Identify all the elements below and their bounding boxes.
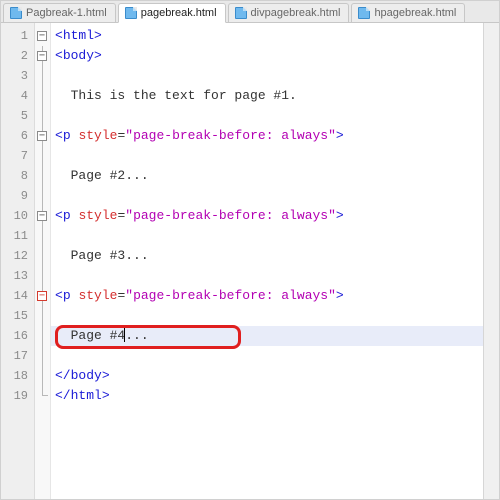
line-number: 5 xyxy=(1,106,34,126)
fold-guide xyxy=(42,146,43,166)
line-number: 19 xyxy=(1,386,34,406)
tab-divpagebreak[interactable]: divpagebreak.html xyxy=(228,3,350,22)
code-area[interactable]: 1 2 3 4 5 6 7 8 9 10 11 12 13 14 15 16 1… xyxy=(1,23,499,499)
code-line[interactable] xyxy=(51,106,499,126)
line-number: 16 xyxy=(1,326,34,346)
fold-toggle[interactable]: − xyxy=(37,131,47,141)
fold-guide xyxy=(42,346,43,366)
fold-guide xyxy=(42,186,43,206)
code-line[interactable]: <p style="page-break-before: always"> xyxy=(51,206,499,226)
code-line[interactable] xyxy=(51,146,499,166)
line-number-gutter: 1 2 3 4 5 6 7 8 9 10 11 12 13 14 15 16 1… xyxy=(1,23,35,499)
file-icon xyxy=(125,7,137,19)
code-line[interactable]: <p style="page-break-before: always"> xyxy=(51,286,499,306)
code-line[interactable]: <p style="page-break-before: always"> xyxy=(51,126,499,146)
fold-guide xyxy=(42,246,43,266)
line-number: 3 xyxy=(1,66,34,86)
fold-guide xyxy=(42,326,43,346)
tab-label: divpagebreak.html xyxy=(251,7,341,19)
code-line[interactable] xyxy=(51,226,499,246)
line-number: 6 xyxy=(1,126,34,146)
code-line[interactable] xyxy=(51,186,499,206)
file-icon xyxy=(235,7,247,19)
code-lines[interactable]: <html> <body> This is the text for page … xyxy=(51,23,499,499)
code-line[interactable]: </body> xyxy=(51,366,499,386)
line-number: 9 xyxy=(1,186,34,206)
fold-guide xyxy=(42,306,43,326)
code-line[interactable] xyxy=(51,66,499,86)
line-number: 17 xyxy=(1,346,34,366)
fold-guide xyxy=(42,66,43,86)
fold-toggle[interactable]: − xyxy=(37,291,47,301)
fold-toggle[interactable]: − xyxy=(37,51,47,61)
code-line[interactable]: <body> xyxy=(51,46,499,66)
fold-guide xyxy=(42,366,43,386)
line-number: 2 xyxy=(1,46,34,66)
line-number: 10 xyxy=(1,206,34,226)
fold-guide xyxy=(42,106,43,126)
line-number: 1 xyxy=(1,26,34,46)
tab-label: Pagbreak-1.html xyxy=(26,7,107,19)
tab-label: pagebreak.html xyxy=(141,7,217,19)
line-number: 11 xyxy=(1,226,34,246)
file-icon xyxy=(10,7,22,19)
code-line[interactable] xyxy=(51,266,499,286)
line-number: 4 xyxy=(1,86,34,106)
fold-guide xyxy=(42,266,43,286)
file-icon xyxy=(358,7,370,19)
code-line[interactable]: </html> xyxy=(51,386,499,406)
line-number: 13 xyxy=(1,266,34,286)
tab-pagbreak-1[interactable]: Pagbreak-1.html xyxy=(3,3,116,22)
fold-guide xyxy=(42,166,43,186)
fold-column: − − − − − xyxy=(35,23,51,499)
text-caret xyxy=(124,328,125,342)
code-line[interactable]: Page #2... xyxy=(51,166,499,186)
tab-pagebreak[interactable]: pagebreak.html xyxy=(118,3,226,23)
code-line[interactable]: This is the text for page #1. xyxy=(51,86,499,106)
line-number: 8 xyxy=(1,166,34,186)
line-number: 7 xyxy=(1,146,34,166)
code-line[interactable] xyxy=(51,346,499,366)
vertical-scrollbar[interactable] xyxy=(483,23,499,499)
line-number: 12 xyxy=(1,246,34,266)
fold-guide-end xyxy=(42,386,48,396)
line-number: 15 xyxy=(1,306,34,326)
tab-label: hpagebreak.html xyxy=(374,7,456,19)
fold-guide xyxy=(42,226,43,246)
tab-hpagebreak[interactable]: hpagebreak.html xyxy=(351,3,465,22)
code-line-current[interactable]: Page #4... xyxy=(51,326,499,346)
code-line[interactable]: Page #3... xyxy=(51,246,499,266)
fold-guide xyxy=(42,86,43,106)
line-number: 18 xyxy=(1,366,34,386)
tab-bar: Pagbreak-1.html pagebreak.html divpagebr… xyxy=(1,1,499,23)
fold-toggle[interactable]: − xyxy=(37,31,47,41)
line-number: 14 xyxy=(1,286,34,306)
code-editor: Pagbreak-1.html pagebreak.html divpagebr… xyxy=(0,0,500,500)
code-line[interactable] xyxy=(51,306,499,326)
fold-toggle[interactable]: − xyxy=(37,211,47,221)
code-line[interactable]: <html> xyxy=(51,26,499,46)
